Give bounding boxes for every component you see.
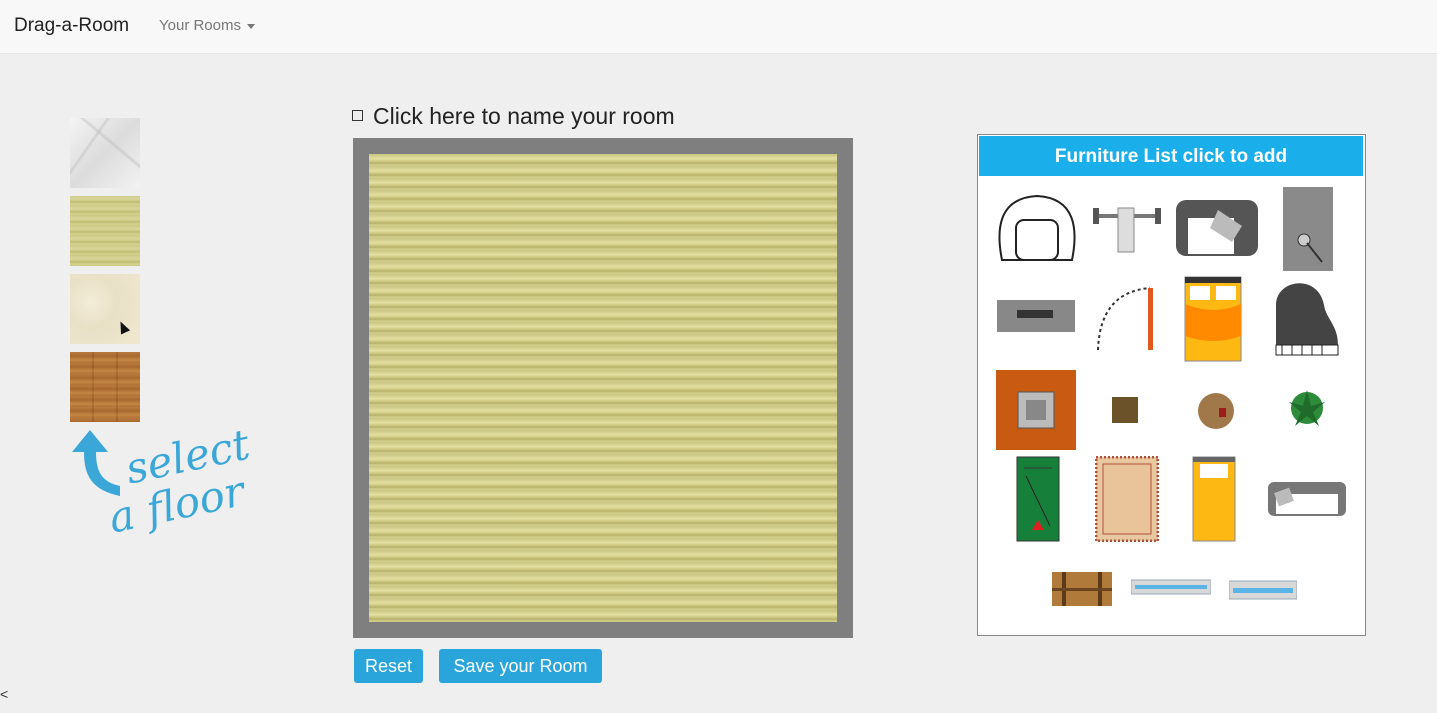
armchair-icon[interactable]: [994, 190, 1080, 268]
floor-swatch-marble[interactable]: [70, 118, 140, 188]
round-table-icon[interactable]: [1197, 392, 1235, 430]
window-small-icon[interactable]: [1229, 579, 1297, 601]
small-table-icon[interactable]: [1111, 396, 1139, 424]
grand-piano-icon[interactable]: [1272, 275, 1342, 361]
double-bed-icon[interactable]: [1184, 276, 1242, 362]
corner-chair-icon[interactable]: [1176, 200, 1258, 258]
plant-icon[interactable]: [1287, 388, 1327, 428]
reset-button[interactable]: Reset: [354, 649, 423, 683]
tv-stand-icon[interactable]: [997, 298, 1075, 334]
mirror-icon[interactable]: [1282, 186, 1334, 272]
room-name-prompt: Click here to name your room: [373, 103, 675, 129]
door-icon[interactable]: [1094, 286, 1158, 354]
rug-icon[interactable]: [1095, 456, 1159, 542]
sofa-icon[interactable]: [1268, 482, 1346, 518]
brand-logo[interactable]: Drag-a-Room: [14, 15, 129, 37]
floor-swatch-carpet[interactable]: [70, 274, 140, 344]
your-rooms-dropdown[interactable]: Your Rooms: [159, 17, 255, 34]
room-canvas[interactable]: [353, 138, 853, 638]
pool-table-icon[interactable]: [1016, 456, 1060, 542]
chest-icon[interactable]: [1052, 572, 1112, 608]
furniture-panel-header: Furniture List click to add: [979, 136, 1363, 176]
chevron-left-icon[interactable]: <: [0, 686, 8, 702]
floor-swatch-wood[interactable]: [70, 352, 140, 422]
table-rug-icon[interactable]: [996, 370, 1076, 450]
save-room-button[interactable]: Save your Room: [439, 649, 602, 683]
window-icon[interactable]: [1131, 578, 1211, 596]
checkbox-icon: [352, 110, 363, 122]
weight-bench-icon[interactable]: [1093, 206, 1161, 254]
single-bed-icon[interactable]: [1192, 456, 1236, 542]
room-name-field[interactable]: Click here to name your room: [352, 103, 675, 130]
your-rooms-label: Your Rooms: [159, 17, 241, 34]
caret-down-icon: [247, 23, 255, 29]
room-floor[interactable]: [369, 154, 837, 622]
floor-swatch-tatami[interactable]: [70, 196, 140, 266]
navbar: Drag-a-Room Your Rooms: [0, 0, 1437, 54]
